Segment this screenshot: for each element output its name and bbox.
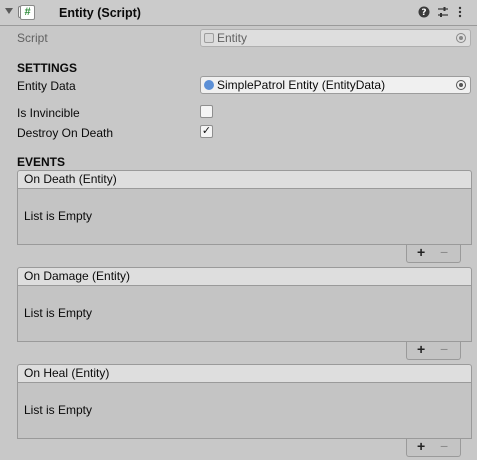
component-header[interactable]: # Entity (Script) ?: [0, 0, 477, 26]
checkmark-icon: ✓: [201, 125, 212, 137]
script-field-value: Entity: [217, 31, 248, 45]
event-title: On Damage (Entity): [17, 267, 472, 286]
help-icon[interactable]: ?: [418, 6, 430, 21]
context-menu-icon[interactable]: [457, 6, 463, 21]
object-picker-icon: [456, 33, 466, 43]
remove-listener-button[interactable]: −: [440, 244, 448, 260]
event-list-footer: + −: [406, 438, 461, 457]
script-field: Entity: [200, 29, 471, 47]
event-list-body: List is Empty: [17, 286, 472, 342]
settings-heading: SETTINGS: [17, 61, 78, 75]
script-label: Script: [17, 31, 48, 45]
entity-data-label: Entity Data: [17, 79, 76, 93]
component-title: Entity (Script): [59, 6, 141, 20]
remove-listener-button[interactable]: −: [440, 438, 448, 454]
destroy-on-death-label: Destroy On Death: [17, 126, 114, 140]
list-empty-text: List is Empty: [24, 209, 93, 223]
list-empty-text: List is Empty: [24, 403, 93, 417]
is-invincible-checkbox[interactable]: [200, 105, 213, 118]
destroy-on-death-checkbox[interactable]: ✓: [200, 125, 213, 138]
event-on-heal: On Heal (Entity) List is Empty + −: [17, 364, 472, 457]
foldout-arrow-icon[interactable]: [5, 8, 13, 14]
event-title: On Heal (Entity): [17, 364, 472, 383]
presets-icon[interactable]: [437, 6, 449, 21]
object-picker-icon[interactable]: [456, 80, 466, 90]
events-heading: EVENTS: [17, 155, 66, 169]
event-on-death: On Death (Entity) List is Empty + −: [17, 170, 472, 263]
remove-listener-button[interactable]: −: [440, 341, 448, 357]
script-file-icon: [204, 33, 214, 43]
add-listener-button[interactable]: +: [417, 438, 425, 454]
script-icon: #: [20, 5, 35, 20]
event-on-damage: On Damage (Entity) List is Empty + −: [17, 267, 472, 360]
event-list-body: List is Empty: [17, 189, 472, 245]
add-listener-button[interactable]: +: [417, 341, 425, 357]
entity-data-value: SimplePatrol Entity (EntityData): [217, 78, 386, 92]
add-listener-button[interactable]: +: [417, 244, 425, 260]
list-empty-text: List is Empty: [24, 306, 93, 320]
svg-text:?: ?: [421, 8, 426, 18]
entity-data-field[interactable]: SimplePatrol Entity (EntityData): [200, 76, 471, 94]
event-list-body: List is Empty: [17, 383, 472, 439]
scriptable-object-icon: [204, 80, 214, 90]
event-title: On Death (Entity): [17, 170, 472, 189]
is-invincible-label: Is Invincible: [17, 106, 80, 120]
event-list-footer: + −: [406, 341, 461, 360]
event-list-footer: + −: [406, 244, 461, 263]
